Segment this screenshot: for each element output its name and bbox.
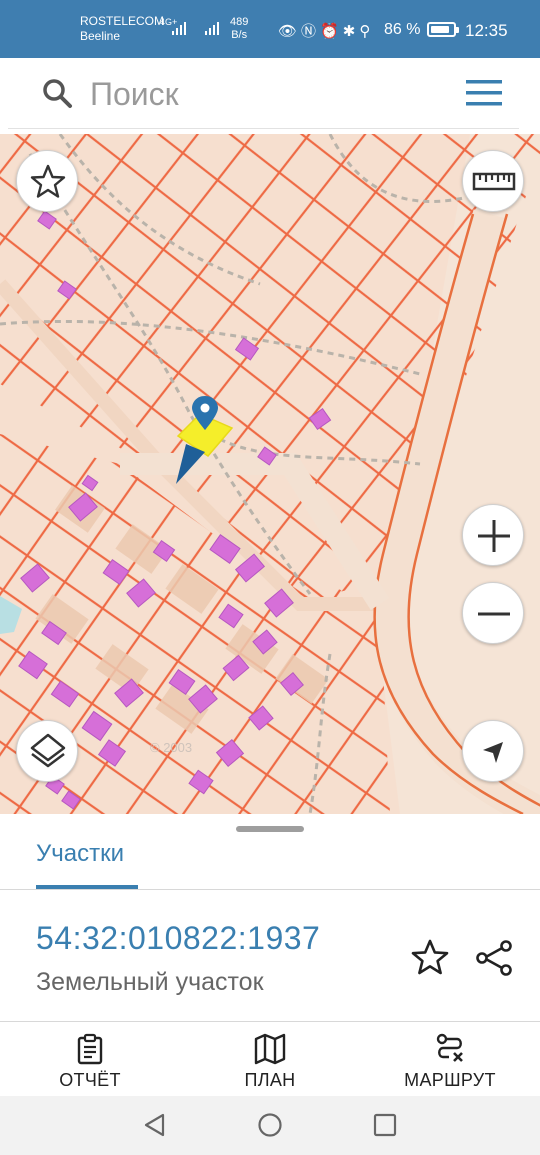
back-triangle-icon[interactable] bbox=[142, 1112, 168, 1138]
my-location-button[interactable] bbox=[462, 720, 524, 782]
ruler-icon bbox=[472, 172, 516, 191]
carrier-info: ROSTELECOM Beeline bbox=[80, 14, 164, 44]
navigation-arrow-icon bbox=[483, 742, 503, 763]
parcel-type: Земельный участок bbox=[36, 968, 264, 996]
alarm-icon: ⏰ bbox=[320, 23, 343, 40]
parcel-info-sheet: Участки 54:32:010822:1937 Земельный учас… bbox=[0, 814, 540, 1024]
map-watermark: © 2003 bbox=[150, 740, 192, 755]
hamburger-menu-icon[interactable] bbox=[466, 78, 504, 108]
network-speed-value: 489 bbox=[230, 16, 249, 28]
favorite-map-button[interactable] bbox=[16, 150, 78, 212]
minus-icon bbox=[478, 612, 510, 616]
cadastral-map[interactable]: © 2003 bbox=[0, 134, 540, 814]
zoom-out-button[interactable] bbox=[462, 582, 524, 644]
map-icon bbox=[254, 1033, 286, 1065]
battery-icon bbox=[427, 22, 459, 37]
carrier-primary: ROSTELECOM bbox=[80, 14, 165, 28]
route-button[interactable]: МАРШРУТ bbox=[390, 1032, 510, 1091]
layers-button[interactable] bbox=[16, 720, 78, 782]
signal-icon-secondary bbox=[205, 22, 219, 35]
tab-parcels[interactable]: Участки bbox=[36, 840, 124, 868]
network-speed: 489 B/s bbox=[230, 16, 248, 42]
clock: 12:35 bbox=[465, 21, 508, 40]
signal-icon bbox=[172, 22, 186, 35]
system-navigation-bar bbox=[0, 1096, 540, 1155]
clipboard-icon bbox=[77, 1033, 103, 1065]
carrier-secondary: Beeline bbox=[80, 29, 121, 43]
status-bar: ROSTELECOM Beeline 4G+ 489 B/s 👁Ⓝ⏰✱⚲ 86 … bbox=[0, 0, 540, 58]
nfc-icon: Ⓝ bbox=[301, 23, 321, 40]
bluetooth-icon: ✱ bbox=[342, 23, 360, 40]
star-outline-icon[interactable] bbox=[408, 936, 452, 980]
search-bar bbox=[8, 58, 519, 129]
star-outline-icon bbox=[30, 164, 66, 198]
route-label: МАРШРУТ bbox=[404, 1070, 496, 1090]
route-icon bbox=[436, 1033, 463, 1062]
battery-percent: 86 % bbox=[384, 21, 421, 38]
report-button[interactable]: ОТЧЁТ bbox=[40, 1032, 140, 1091]
ruler-button[interactable] bbox=[462, 150, 524, 212]
map-canvas[interactable]: © 2003 bbox=[0, 134, 540, 814]
plan-button[interactable]: ПЛАН bbox=[220, 1032, 320, 1091]
sheet-drag-handle[interactable] bbox=[236, 826, 304, 832]
search-icon[interactable] bbox=[40, 76, 76, 112]
parcel-cadastral-number[interactable]: 54:32:010822:1937 bbox=[36, 920, 320, 957]
sheet-divider bbox=[0, 1021, 540, 1022]
location-icon: ⚲ bbox=[359, 23, 375, 40]
action-bar: ОТЧЁТ ПЛАН МАРШРУТ bbox=[0, 1024, 540, 1096]
home-circle-icon[interactable] bbox=[257, 1112, 283, 1138]
share-icon[interactable] bbox=[472, 936, 516, 980]
network-speed-unit: B/s bbox=[231, 29, 248, 41]
plan-label: ПЛАН bbox=[244, 1070, 296, 1090]
report-label: ОТЧЁТ bbox=[59, 1070, 121, 1090]
eye-icon: 👁 bbox=[278, 23, 302, 40]
zoom-in-button[interactable] bbox=[462, 504, 524, 566]
recents-square-icon[interactable] bbox=[372, 1112, 398, 1138]
status-icons: 👁Ⓝ⏰✱⚲ bbox=[278, 20, 374, 41]
tab-divider bbox=[0, 889, 540, 890]
layers-icon bbox=[30, 733, 66, 768]
search-input[interactable] bbox=[88, 68, 452, 120]
plus-icon bbox=[478, 520, 510, 552]
search-header bbox=[0, 58, 540, 134]
